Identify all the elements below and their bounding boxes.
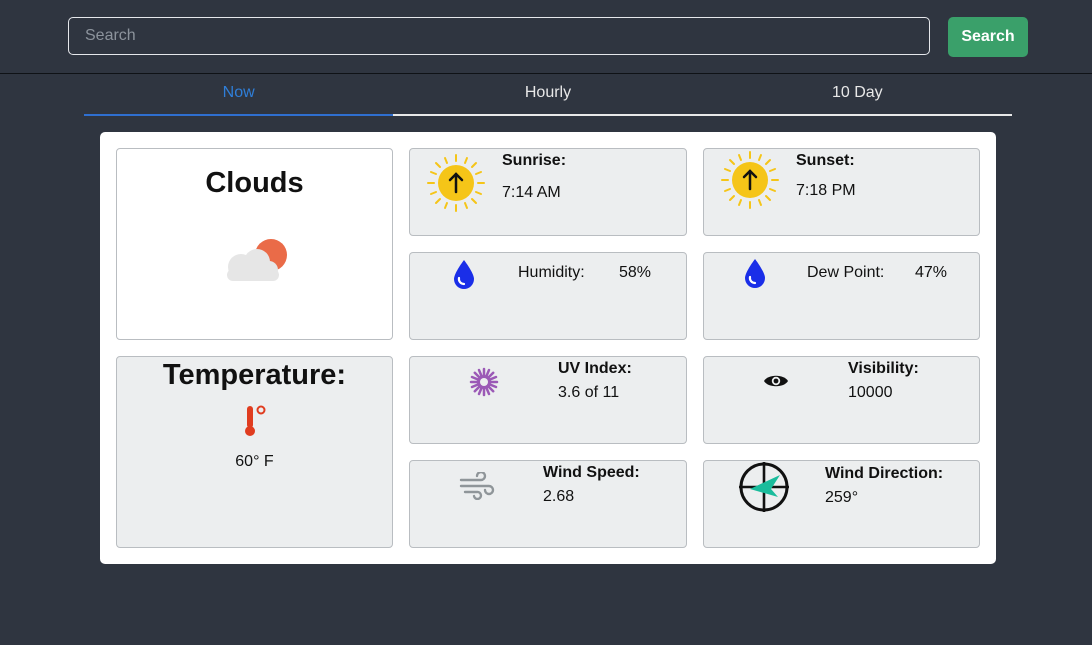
humidity-label: Humidity:: [518, 264, 585, 281]
uv-sun-icon: [469, 367, 499, 397]
tab-bar: Now Hourly 10 Day: [84, 74, 1012, 116]
sunset-card: Sunset: 7:18 PM: [703, 148, 980, 236]
dew-point-value: 47%: [915, 264, 948, 281]
sun-arrow-up-icon: [721, 151, 779, 209]
condition-card: Clouds: [116, 148, 393, 340]
thermometer-icon: [245, 405, 266, 436]
wind-speed-card: Wind Speed: 2.68: [409, 460, 687, 548]
eye-icon: [764, 375, 788, 387]
weather-panel: Clouds Temperature: 60° F Sunrise: 7:14 …: [100, 132, 996, 564]
sunrise-label: Sunrise:: [502, 152, 567, 169]
wind-icon: [459, 472, 495, 500]
visibility-value: 10000: [848, 384, 893, 401]
sunset-label: Sunset:: [796, 152, 855, 169]
uv-index-value: 3.6 of 11: [558, 384, 620, 401]
cloud-sun-icon: [227, 239, 287, 281]
tab-now[interactable]: Now: [84, 74, 394, 116]
uv-index-card: UV Index: 3.6 of 11: [409, 356, 687, 444]
condition-title: Clouds: [205, 167, 304, 199]
water-drop-icon: [745, 259, 765, 288]
dew-point-label: Dew Point:: [807, 264, 885, 281]
humidity-value: 58%: [619, 264, 652, 281]
sun-arrow-up-icon: [427, 154, 485, 212]
temperature-card: Temperature: 60° F: [116, 356, 393, 548]
dew-point-card: Dew Point: 47%: [703, 252, 980, 340]
tab-hourly[interactable]: Hourly: [393, 74, 703, 116]
wind-direction-value: 259°: [825, 489, 859, 506]
wind-direction-label: Wind Direction:: [825, 465, 944, 482]
search-button[interactable]: Search: [948, 17, 1028, 57]
uv-index-label: UV Index:: [558, 360, 632, 377]
water-drop-icon: [454, 260, 474, 289]
sunset-value: 7:18 PM: [796, 182, 856, 199]
humidity-card: Humidity: 58%: [409, 252, 687, 340]
temperature-value: 60° F: [235, 453, 274, 470]
wind-speed-value: 2.68: [543, 488, 575, 505]
top-bar: Search: [0, 0, 1092, 74]
visibility-card: Visibility: 10000: [703, 356, 980, 444]
sunrise-card: Sunrise: 7:14 AM: [409, 148, 687, 236]
wind-speed-label: Wind Speed:: [543, 464, 640, 481]
visibility-label: Visibility:: [848, 360, 919, 377]
wind-direction-card: Wind Direction: 259°: [703, 460, 980, 548]
tab-10-day[interactable]: 10 Day: [702, 74, 1012, 116]
compass-icon: [739, 462, 789, 512]
sunrise-value: 7:14 AM: [502, 184, 561, 201]
search-input[interactable]: [68, 17, 930, 55]
temperature-label: Temperature:: [162, 359, 347, 391]
